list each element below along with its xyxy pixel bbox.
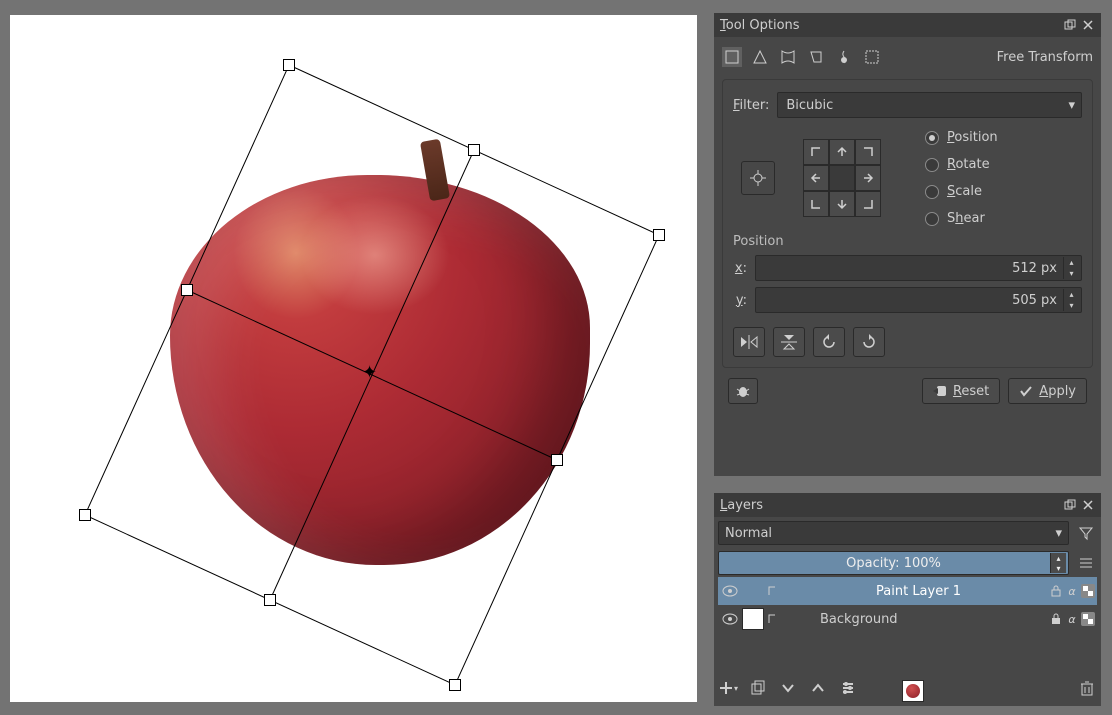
radio-scale[interactable]: Scale xyxy=(925,184,998,199)
list-icon[interactable] xyxy=(1075,552,1097,574)
inherit-alpha-icon[interactable] xyxy=(1081,612,1095,626)
mode-cage-icon[interactable] xyxy=(806,47,826,67)
flip-horizontal-button[interactable] xyxy=(733,327,765,357)
flip-vertical-button[interactable] xyxy=(773,327,805,357)
detach-icon[interactable] xyxy=(1063,498,1077,512)
anchor-grid xyxy=(803,139,881,217)
tool-options-panel: Tool Options Free Transform Filte xyxy=(714,13,1101,476)
anchor-r-icon[interactable] xyxy=(855,165,881,191)
alpha-icon[interactable]: α xyxy=(1065,584,1079,598)
layers-panel: Layers Normal ▾ Opacity: 100% ▴▾ xyxy=(714,493,1101,706)
filter-label: Filter: xyxy=(733,98,769,113)
mode-perspective-icon[interactable] xyxy=(750,47,770,67)
transform-handle[interactable] xyxy=(79,509,91,521)
x-label: x: xyxy=(733,261,747,276)
lock-icon[interactable] xyxy=(1049,612,1063,626)
anchor-l-icon[interactable] xyxy=(803,165,829,191)
duplicate-layer-icon[interactable] xyxy=(748,678,768,698)
move-up-icon[interactable] xyxy=(808,678,828,698)
position-section-label: Position xyxy=(733,234,1082,249)
detach-icon[interactable] xyxy=(1063,18,1077,32)
y-label: y: xyxy=(733,293,747,308)
transform-handle[interactable] xyxy=(653,229,665,241)
rotate-cw-button[interactable] xyxy=(853,327,885,357)
chevron-down-icon: ▾ xyxy=(1055,526,1062,541)
transform-handle[interactable] xyxy=(449,679,461,691)
move-down-icon[interactable] xyxy=(778,678,798,698)
anchor-b-icon[interactable] xyxy=(829,191,855,217)
spin-down-icon[interactable]: ▾ xyxy=(1063,300,1079,311)
anchor-tl-icon[interactable] xyxy=(803,139,829,165)
mode-mesh-icon[interactable] xyxy=(862,47,882,67)
mask-indicator-icon xyxy=(766,585,778,597)
reset-button[interactable]: Reset xyxy=(922,378,1000,404)
inherit-alpha-icon[interactable] xyxy=(1081,584,1095,598)
anchor-bl-icon[interactable] xyxy=(803,191,829,217)
tool-options-title: Tool Options xyxy=(720,18,800,33)
apple-image xyxy=(170,115,590,565)
layers-titlebar: Layers xyxy=(714,493,1101,517)
delete-layer-icon[interactable] xyxy=(1077,678,1097,698)
opacity-slider[interactable]: Opacity: 100% ▴▾ xyxy=(718,551,1069,575)
spin-down-icon[interactable]: ▾ xyxy=(1063,268,1079,279)
alpha-icon[interactable]: α xyxy=(1065,612,1079,626)
pivot-center-button[interactable] xyxy=(741,161,775,195)
lock-icon[interactable] xyxy=(1049,584,1063,598)
close-icon[interactable] xyxy=(1081,18,1095,32)
transform-handle[interactable] xyxy=(181,284,193,296)
radio-rotate[interactable]: Rotate xyxy=(925,157,998,172)
layer-row[interactable]: Paint Layer 1 α xyxy=(718,577,1097,605)
anchor-br-icon[interactable] xyxy=(855,191,881,217)
blend-mode-select[interactable]: Normal ▾ xyxy=(718,521,1069,545)
filter-select[interactable]: Bicubic ▾ xyxy=(777,92,1082,118)
transform-mode-label: Free Transform xyxy=(997,50,1093,65)
anchor-t-icon[interactable] xyxy=(829,139,855,165)
transform-handle[interactable] xyxy=(468,144,480,156)
transform-handle[interactable] xyxy=(551,454,563,466)
spin-down-icon[interactable]: ▾ xyxy=(1050,563,1066,573)
spin-up-icon[interactable]: ▴ xyxy=(1050,553,1066,563)
layer-row[interactable]: Background α xyxy=(718,605,1097,633)
x-input[interactable]: 512 px ▴▾ xyxy=(755,255,1082,281)
mask-indicator-icon xyxy=(766,613,778,625)
mode-free-transform-icon[interactable] xyxy=(722,47,742,67)
apply-button[interactable]: Apply xyxy=(1008,378,1087,404)
radio-position[interactable]: Position xyxy=(925,130,998,145)
mode-liquify-icon[interactable] xyxy=(834,47,854,67)
transform-pivot[interactable]: ✦ xyxy=(362,362,377,383)
close-icon[interactable] xyxy=(1081,498,1095,512)
bug-icon[interactable] xyxy=(728,378,758,404)
filter-icon[interactable] xyxy=(1075,522,1097,544)
visibility-icon[interactable] xyxy=(720,585,740,597)
y-input[interactable]: 505 px ▴▾ xyxy=(755,287,1082,313)
layer-name: Background xyxy=(780,612,1047,627)
layer-name: Paint Layer 1 xyxy=(780,584,1047,599)
layers-title: Layers xyxy=(720,498,763,513)
transform-mode-buttons xyxy=(722,47,882,67)
transform-handle[interactable] xyxy=(283,59,295,71)
spin-up-icon[interactable]: ▴ xyxy=(1063,289,1079,300)
spin-up-icon[interactable]: ▴ xyxy=(1063,257,1079,268)
visibility-icon[interactable] xyxy=(720,613,740,625)
transform-handle[interactable] xyxy=(264,594,276,606)
canvas[interactable]: ✦ xyxy=(10,15,697,702)
properties-icon[interactable] xyxy=(838,678,858,698)
chevron-down-icon: ▾ xyxy=(1068,98,1075,113)
anchor-c-icon[interactable] xyxy=(829,165,855,191)
anchor-tr-icon[interactable] xyxy=(855,139,881,165)
tool-options-titlebar: Tool Options xyxy=(714,13,1101,37)
mode-warp-icon[interactable] xyxy=(778,47,798,67)
layer-thumbnail xyxy=(742,608,764,630)
layer-list: Paint Layer 1 α Background α xyxy=(718,577,1097,633)
add-layer-icon[interactable]: ▾ xyxy=(718,678,738,698)
rotate-ccw-button[interactable] xyxy=(813,327,845,357)
radio-shear[interactable]: Shear xyxy=(925,211,998,226)
